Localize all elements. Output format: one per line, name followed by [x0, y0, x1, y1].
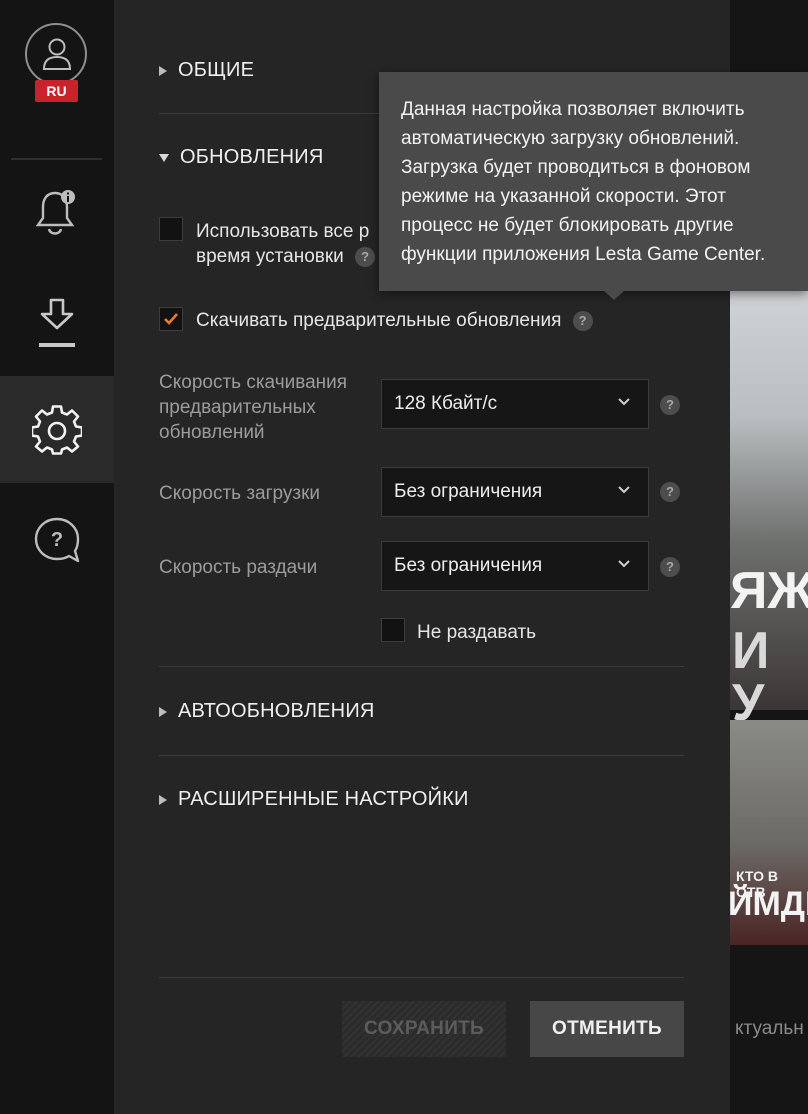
caret-right-icon	[159, 794, 167, 805]
section-general[interactable]: ОБЩИЕ	[159, 59, 254, 82]
preload-updates-label: Скачивать предварительные обновления ?	[196, 308, 593, 333]
help-chat-icon: ?	[34, 517, 80, 563]
divider	[159, 977, 684, 978]
gear-icon	[32, 404, 82, 455]
checkmark-icon	[164, 313, 178, 325]
news-snippet[interactable]: ктуальн	[735, 1018, 804, 1040]
cancel-button[interactable]: ОТМЕНИТЬ	[530, 1001, 684, 1057]
use-all-label-line1: Использовать все р	[196, 221, 370, 242]
chevron-down-icon	[618, 560, 630, 568]
chevron-down-icon	[618, 486, 630, 494]
download-icon	[39, 298, 75, 347]
user-avatar[interactable]	[25, 23, 87, 85]
help-icon[interactable]: ?	[355, 246, 376, 267]
help-icon[interactable]: ?	[660, 557, 680, 577]
preload-speed-select[interactable]: 128 Кбайт/с	[381, 379, 649, 429]
sidebar-divider	[11, 158, 102, 160]
upload-speed-label: Скорость раздачи	[159, 557, 318, 578]
preload-speed-label: Скорость скачивания предварительных обно…	[159, 372, 348, 443]
use-all-label-line2: время установки ?	[196, 244, 376, 269]
preload-updates-label-text: Скачивать предварительные обновления	[196, 310, 562, 331]
use-all-checkbox[interactable]	[159, 217, 183, 241]
caret-right-icon	[159, 706, 167, 717]
help-icon[interactable]: ?	[660, 482, 680, 502]
chevron-down-icon	[618, 398, 630, 406]
preload-speed-value: 128 Кбайт/с	[394, 393, 498, 414]
use-all-label: Использовать все р время установки ?	[196, 219, 376, 269]
caret-right-icon	[159, 65, 167, 76]
section-advanced[interactable]: РАСШИРЕННЫЕ НАСТРОЙКИ	[159, 788, 469, 811]
region-badge[interactable]: RU	[35, 80, 78, 102]
section-advanced-label: РАСШИРЕННЫЕ НАСТРОЙКИ	[178, 788, 469, 810]
section-autoupdates-label: АВТООБНОВЛЕНИЯ	[178, 700, 375, 722]
download-speed-select[interactable]: Без ограничения	[381, 467, 649, 517]
help-icon[interactable]: ?	[660, 395, 680, 415]
promo-card[interactable]: КТО В ОТВ ЙМДИ	[730, 720, 808, 945]
bell-icon	[35, 190, 75, 235]
help-tooltip: Данная настройка позволяет включить авто…	[379, 72, 808, 291]
section-updates[interactable]: ОБНОВЛЕНИЯ	[159, 146, 324, 169]
section-autoupdates[interactable]: АВТООБНОВЛЕНИЯ	[159, 700, 375, 723]
tooltip-tail	[604, 291, 624, 300]
sidebar-item-downloads[interactable]	[0, 292, 114, 352]
preload-updates-checkbox[interactable]	[159, 307, 183, 331]
divider	[159, 755, 684, 756]
upload-speed-select[interactable]: Без ограничения	[381, 541, 649, 591]
caret-down-icon	[159, 153, 169, 162]
section-general-label: ОБЩИЕ	[178, 59, 255, 81]
promo-banner[interactable]: ЯЖ И У	[730, 290, 808, 729]
download-speed-value: Без ограничения	[394, 481, 543, 502]
sidebar: RU ?	[0, 0, 114, 1114]
promo-banner-text-2: И У	[732, 622, 770, 732]
sidebar-item-settings[interactable]	[0, 376, 114, 483]
promo-banner-text-1: ЯЖ	[730, 562, 808, 620]
save-button[interactable]: СОХРАНИТЬ	[342, 1001, 506, 1057]
sidebar-item-notifications[interactable]	[0, 183, 114, 243]
sidebar-item-help[interactable]: ?	[0, 512, 114, 568]
download-speed-label: Скорость загрузки	[159, 483, 321, 504]
svg-text:?: ?	[51, 529, 63, 551]
divider	[159, 666, 684, 667]
no-seed-label: Не раздавать	[417, 622, 537, 643]
use-all-label-line2-text: время установки	[196, 246, 344, 267]
section-updates-label: ОБНОВЛЕНИЯ	[180, 146, 324, 168]
user-icon	[42, 38, 72, 70]
upload-speed-value: Без ограничения	[394, 555, 543, 576]
help-icon[interactable]: ?	[572, 310, 593, 331]
promo-card-title: ЙМДИ	[730, 885, 808, 923]
no-seed-checkbox[interactable]	[381, 618, 405, 642]
